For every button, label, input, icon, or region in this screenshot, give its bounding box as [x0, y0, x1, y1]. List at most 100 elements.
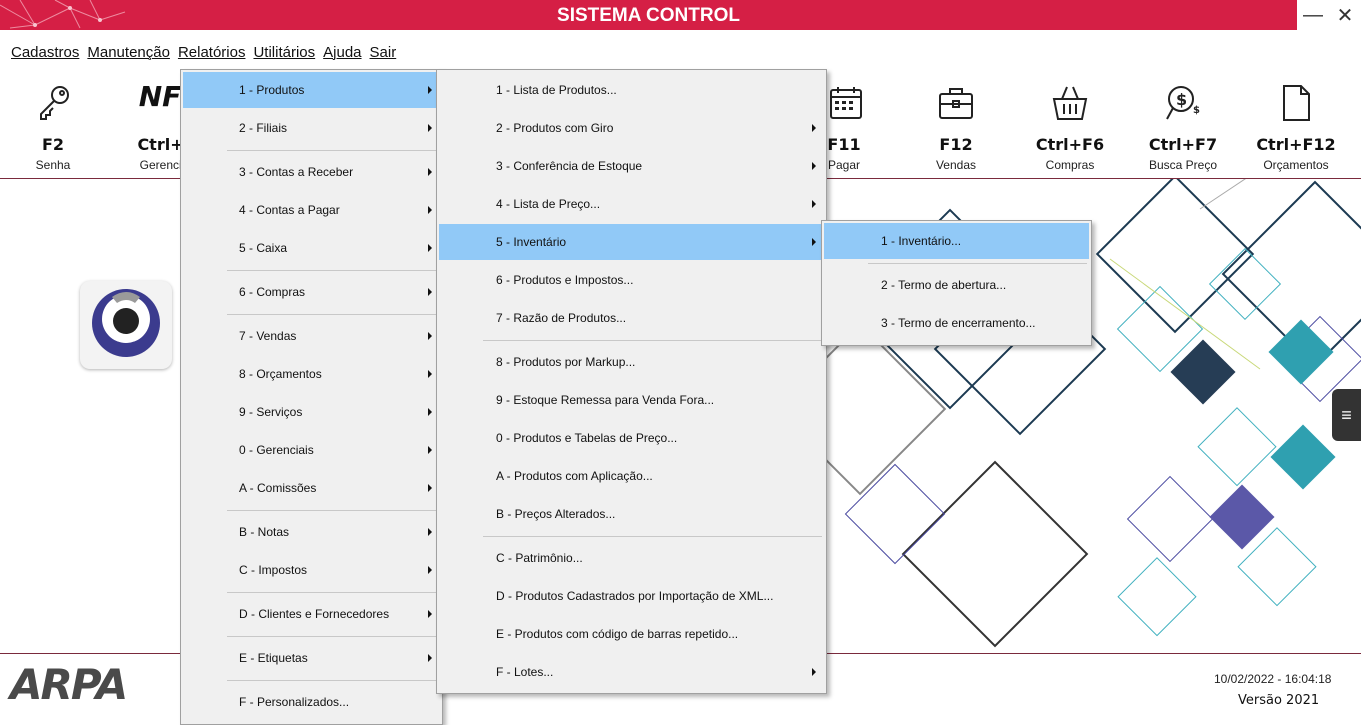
menu-separator — [483, 536, 822, 537]
menu-item-label: 1 - Inventário... — [881, 234, 962, 248]
menu-item-clientes-fornecedores[interactable]: D - Clientes e Fornecedores — [183, 596, 440, 632]
toolbar-label: Senha — [35, 158, 71, 172]
menu-item-termo-abertura[interactable]: 2 - Termo de abertura... — [824, 267, 1089, 303]
menu-item-label: 0 - Gerenciais — [239, 443, 314, 457]
menu-utilitarios[interactable]: Utilitários — [249, 40, 319, 66]
menu-item-label: D - Produtos Cadastrados por Importação … — [496, 589, 774, 603]
menu-item-produtos-giro[interactable]: 2 - Produtos com Giro — [439, 110, 824, 146]
menu-item-label: E - Produtos com código de barras repeti… — [496, 627, 739, 641]
side-panel-handle-icon[interactable]: ≡ — [1332, 389, 1361, 441]
close-button[interactable]: ✕ — [1329, 0, 1361, 30]
menu-item-inventario[interactable]: 5 - Inventário — [439, 224, 824, 260]
price-search-icon: $$ — [1166, 86, 1200, 120]
submenu-arrow-icon — [428, 528, 432, 536]
menu-separator — [227, 150, 438, 151]
arpa-logo: ARPA — [10, 660, 128, 709]
menu-item-produtos-markup[interactable]: 8 - Produtos por Markup... — [439, 344, 824, 380]
menu-item-label: 6 - Compras — [239, 285, 306, 299]
calendar-icon — [830, 87, 862, 119]
menu-item-produtos-impostos[interactable]: 6 - Produtos e Impostos... — [439, 262, 824, 298]
menu-item-label: 8 - Orçamentos — [239, 367, 322, 381]
menu-item-razao-produtos[interactable]: 7 - Razão de Produtos... — [439, 300, 824, 336]
toolbar-key: Ctrl+F6 — [1035, 135, 1105, 154]
submenu-arrow-icon — [428, 244, 432, 252]
menu-item-produtos-aplicacao[interactable]: A - Produtos com Aplicação... — [439, 458, 824, 494]
menu-item-produtos[interactable]: 1 - Produtos — [183, 72, 440, 108]
menu-relatorios[interactable]: Relatórios — [174, 40, 250, 66]
menu-item-inventario-report[interactable]: 1 - Inventário... — [824, 223, 1089, 259]
menu-item-etiquetas[interactable]: E - Etiquetas — [183, 640, 440, 676]
menu-item-precos-alterados[interactable]: B - Preços Alterados... — [439, 496, 824, 532]
menu-item-codigo-barras-repetido[interactable]: E - Produtos com código de barras repeti… — [439, 616, 824, 652]
toolbar-busca-preco-button[interactable]: $ $ Ctrl+F7 Busca Preço — [1133, 78, 1233, 178]
menu-item-produtos-tabelas-preco[interactable]: 0 - Produtos e Tabelas de Preço... — [439, 420, 824, 456]
menu-item-importacao-xml[interactable]: D - Produtos Cadastrados por Importação … — [439, 578, 824, 614]
toolbar-senha-button[interactable]: F2 Senha — [3, 78, 103, 178]
menu-item-lista-produtos[interactable]: 1 - Lista de Produtos... — [439, 72, 824, 108]
menu-item-label: F - Personalizados... — [239, 695, 350, 709]
menu-cadastros[interactable]: Cadastros — [7, 40, 83, 66]
menu-item-lista-preco[interactable]: 4 - Lista de Preço... — [439, 186, 824, 222]
produtos-submenu: 1 - Lista de Produtos... 2 - Produtos co… — [436, 69, 827, 694]
menu-item-label: B - Preços Alterados... — [496, 507, 616, 521]
menu-item-contas-receber[interactable]: 3 - Contas a Receber — [183, 154, 440, 190]
menu-item-orcamentos[interactable]: 8 - Orçamentos — [183, 356, 440, 392]
toolbar-key: F2 — [41, 135, 65, 154]
toolbar-vendas-button[interactable]: F12 Vendas — [906, 78, 1006, 178]
menu-item-compras[interactable]: 6 - Compras — [183, 274, 440, 310]
menu-separator — [227, 636, 438, 637]
submenu-arrow-icon — [428, 446, 432, 454]
submenu-arrow-icon — [812, 162, 816, 170]
basket-icon — [1052, 86, 1088, 120]
menu-item-label: 7 - Razão de Produtos... — [496, 311, 627, 325]
menu-ajuda[interactable]: Ajuda — [319, 40, 365, 66]
menu-item-filiais[interactable]: 2 - Filiais — [183, 110, 440, 146]
app-logo-icon — [92, 289, 160, 357]
menu-item-label: 6 - Produtos e Impostos... — [496, 273, 634, 287]
minimize-button[interactable]: — — [1297, 0, 1329, 30]
submenu-arrow-icon — [428, 86, 432, 94]
menu-item-servicos[interactable]: 9 - Serviços — [183, 394, 440, 430]
menu-item-conferencia-estoque[interactable]: 3 - Conferência de Estoque — [439, 148, 824, 184]
submenu-arrow-icon — [428, 370, 432, 378]
menu-item-termo-encerramento[interactable]: 3 - Termo de encerramento... — [824, 305, 1089, 341]
document-icon — [1283, 85, 1310, 121]
menu-item-estoque-remessa[interactable]: 9 - Estoque Remessa para Venda Fora... — [439, 382, 824, 418]
toolbar-orcamentos-button[interactable]: Ctrl+F12 Orçamentos — [1246, 78, 1346, 178]
menu-separator — [483, 340, 822, 341]
menu-item-label: A - Produtos com Aplicação... — [496, 469, 653, 483]
menu-item-notas[interactable]: B - Notas — [183, 514, 440, 550]
menu-item-lotes[interactable]: F - Lotes... — [439, 654, 824, 690]
menu-item-label: 4 - Contas a Pagar — [239, 203, 340, 217]
menu-item-vendas[interactable]: 7 - Vendas — [183, 318, 440, 354]
menu-separator — [227, 270, 438, 271]
menu-manutencao[interactable]: Manutenção — [83, 40, 174, 66]
menu-item-contas-pagar[interactable]: 4 - Contas a Pagar — [183, 192, 440, 228]
menu-item-label: F - Lotes... — [496, 665, 554, 679]
menu-item-label: C - Patrimônio... — [496, 551, 583, 565]
menu-item-label: C - Impostos — [239, 563, 308, 577]
menu-item-personalizados[interactable]: F - Personalizados... — [183, 684, 440, 720]
submenu-arrow-icon — [428, 654, 432, 662]
window-title: SISTEMA CONTROL — [557, 5, 740, 26]
toolbar-compras-button[interactable]: Ctrl+F6 Compras — [1020, 78, 1120, 178]
menu-item-impostos[interactable]: C - Impostos — [183, 552, 440, 588]
svg-text:$: $ — [1193, 105, 1200, 116]
menu-item-patrimonio[interactable]: C - Patrimônio... — [439, 540, 824, 576]
relatorios-dropdown: 1 - Produtos 2 - Filiais 3 - Contas a Re… — [180, 69, 443, 725]
menu-item-comissoes[interactable]: A - Comissões — [183, 470, 440, 506]
toolbar-key: Ctrl+F7 — [1148, 135, 1218, 154]
menu-item-label: 9 - Serviços — [239, 405, 303, 419]
menu-item-label: 7 - Vendas — [239, 329, 297, 343]
minimize-icon: — — [1303, 3, 1323, 26]
menu-sair[interactable]: Sair — [366, 40, 401, 66]
toolbar-label: Orçamentos — [1263, 158, 1329, 172]
submenu-arrow-icon — [428, 288, 432, 296]
menu-item-label: 3 - Contas a Receber — [239, 165, 354, 179]
menu-separator — [227, 592, 438, 593]
menu-item-caixa[interactable]: 5 - Caixa — [183, 230, 440, 266]
menu-item-gerenciais[interactable]: 0 - Gerenciais — [183, 432, 440, 468]
menu-item-label: 0 - Produtos e Tabelas de Preço... — [496, 431, 678, 445]
submenu-arrow-icon — [428, 408, 432, 416]
menu-item-label: 1 - Lista de Produtos... — [496, 83, 617, 97]
